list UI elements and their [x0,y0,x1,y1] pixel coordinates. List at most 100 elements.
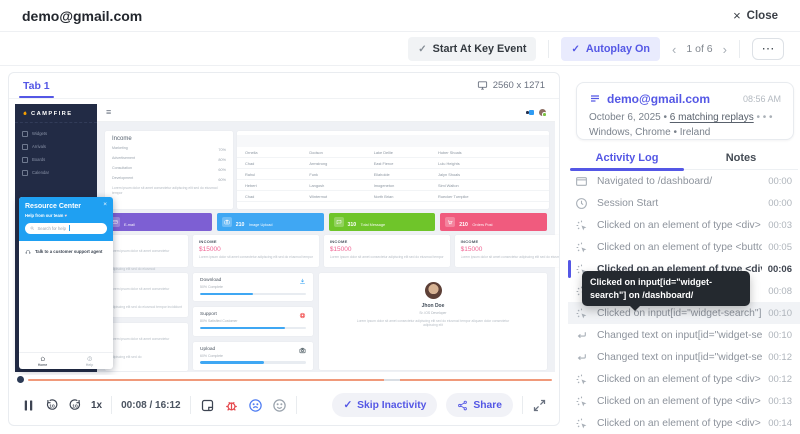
fullscreen-button[interactable] [532,398,547,413]
resource-nav-item[interactable]: Help [66,353,113,369]
event-timestamp: 00:12 [768,374,792,385]
replay-player-panel: Tab 1 2560 x 1271 CAMPFIRE WidgetsArriva… [8,72,560,426]
event-timestamp: 00:00 [768,176,792,187]
progress-title: Support [200,312,306,317]
activity-log-row[interactable]: Clicked on an element of type <div> con.… [568,214,800,236]
playback-time: 00:08 / 16:12 [121,400,181,411]
income-note: Lorem ipsum dolor sit amet consectetur a… [112,186,226,196]
support-agent-link[interactable]: Talk to a customer support agent [25,249,107,255]
event-text: Clicked on input[id="widget-search"] on … [597,308,762,319]
autoplay-toggle[interactable]: ✓ Autoplay On [561,37,660,61]
chevron-right-icon[interactable]: › [723,42,727,57]
text-cursor [69,225,70,231]
activity-log-row[interactable]: Session Start 00:00 [568,192,800,214]
activity-log-row[interactable]: Clicked on an element of type <button> .… [568,236,800,258]
tab-activity-log[interactable]: Activity Log [570,146,684,169]
profile-avatar [425,282,442,299]
note-button[interactable] [200,398,215,413]
profile-card: Jhon Doe Sr. iOS Developer Lorem ipsum d… [319,273,547,370]
autoplay-label: Autoplay On [586,43,650,55]
help-search-input[interactable]: Search for help [25,223,107,234]
timeline-track[interactable] [28,379,552,381]
stat-label: E-mail [124,223,135,227]
activity-log-row[interactable]: Clicked on an element of type <div> con.… [568,368,800,390]
session-device-info: Windows, Chrome • Ireland [589,127,781,138]
dashboard-menu-item[interactable]: Calendar [22,170,90,176]
svg-text:10: 10 [72,403,78,409]
stat-label: Orders Post [472,223,492,227]
table-row[interactable]: Chad Armstrong East Fierce Lulu Heights [237,158,549,169]
progress-card: Support 80% Satisfied Customer [193,307,313,335]
session-replay-modal: demo@gmail.com × Close ✓ Start At Key Ev… [0,0,800,434]
bug-report-button[interactable] [224,398,239,413]
stat-card[interactable]: 210 Orders Post [440,213,547,231]
income-text: Lorem ipsum dolor sit amet consectetur a… [330,255,444,259]
notification-bell-icon[interactable] [529,110,534,115]
more-options-button[interactable]: ⋯ [752,38,784,60]
activity-log-row[interactable]: Navigated to /dashboard/ 00:00 [568,170,800,192]
resolution-label: 2560 x 1271 [493,80,545,91]
screen-resolution: 2560 x 1271 [477,80,545,91]
close-button[interactable]: × Close [733,8,778,23]
event-icon [575,329,588,342]
dashboard-menu-item[interactable]: Arrivals [22,144,90,150]
progress-fill [200,293,253,296]
tab-1[interactable]: Tab 1 [23,73,50,98]
resource-nav-item[interactable]: Home [19,353,66,369]
income-text: Lorem ipsum dolor sit amet consectetur a… [199,255,313,259]
event-icon [575,241,588,254]
bar-label: Advertisement [112,156,214,160]
avatar[interactable] [539,109,547,117]
upload-camera-icon [299,347,306,354]
event-timestamp: 00:05 [768,242,792,253]
hamburger-icon[interactable]: ≡ [106,108,111,117]
frustration-button[interactable] [248,398,263,413]
activity-log-row[interactable]: Clicked on an element of type <div> con.… [568,390,800,412]
tab-notes[interactable]: Notes [684,146,798,169]
table-row[interactable]: Ornella Dodson Lake Dellie Huber Shoals [237,147,549,158]
click-icon [575,417,588,430]
event-tooltip: Clicked on input[id="widget-search"] on … [582,271,750,306]
event-icon [575,373,588,386]
event-timestamp: 00:14 [768,418,792,429]
dashboard-menu-item[interactable]: Boards [22,157,90,163]
forward-10-button[interactable]: 10 [68,398,82,412]
stat-number: 310 [348,222,357,228]
start-at-key-event-button[interactable]: ✓ Start At Key Event [408,37,536,61]
income-text: Lorem ipsum dolor sit amet consectetur a… [461,255,559,259]
search-icon [30,226,35,231]
pause-button[interactable] [21,398,36,413]
event-icon [575,219,588,232]
table-row[interactable]: Rahul Funk Ellaholde Jalyn Shoals [237,169,549,180]
activity-log-row[interactable]: Clicked on an element of type <div> con.… [568,412,800,434]
session-list-icon [589,93,601,105]
stat-card[interactable]: E-mail [105,213,212,231]
session-user-email[interactable]: demo@gmail.com [607,92,737,106]
close-icon[interactable]: × [103,201,107,208]
playhead-handle[interactable] [17,376,24,383]
stat-card[interactable]: 210 Image Upload [217,213,324,231]
skip-inactivity-toggle[interactable]: ✓ Skip Inactivity [332,393,437,417]
dashboard-menu-item[interactable]: Widgets [22,131,90,137]
event-timestamp: 00:13 [768,396,792,407]
check-icon: ✓ [571,44,579,55]
rewind-10-button[interactable]: 10 [45,398,59,412]
chevron-left-icon[interactable]: ‹ [672,42,676,57]
share-button[interactable]: Share [446,393,513,417]
download-icon [299,278,306,285]
check-icon: ✓ [343,399,352,411]
playback-speed-button[interactable]: 1x [91,400,102,411]
table-row[interactable]: Chad Wintermut North Brian Ruecker Turnp… [237,191,549,202]
activity-log-row[interactable]: Changed text on input[id="widget-searc..… [568,324,800,346]
enter-key-icon [575,329,588,342]
resource-center-title: Resource Center [25,203,107,210]
activity-log-row[interactable]: Changed text on input[id="widget-searc..… [568,346,800,368]
table-body: Ornella Dodson Lake Dellie Huber Shoals … [237,147,549,202]
income-value: $15000 [199,246,313,253]
table-row[interactable]: Hebert Langosh Imogeneton Simi Walton [237,180,549,191]
event-timestamp: 00:03 [768,220,792,231]
happy-button[interactable] [272,398,287,413]
stat-card[interactable]: 310 Total Message [329,213,436,231]
bar-percent: 60% [218,178,226,182]
matching-replays-link[interactable]: 6 matching replays [670,112,754,123]
